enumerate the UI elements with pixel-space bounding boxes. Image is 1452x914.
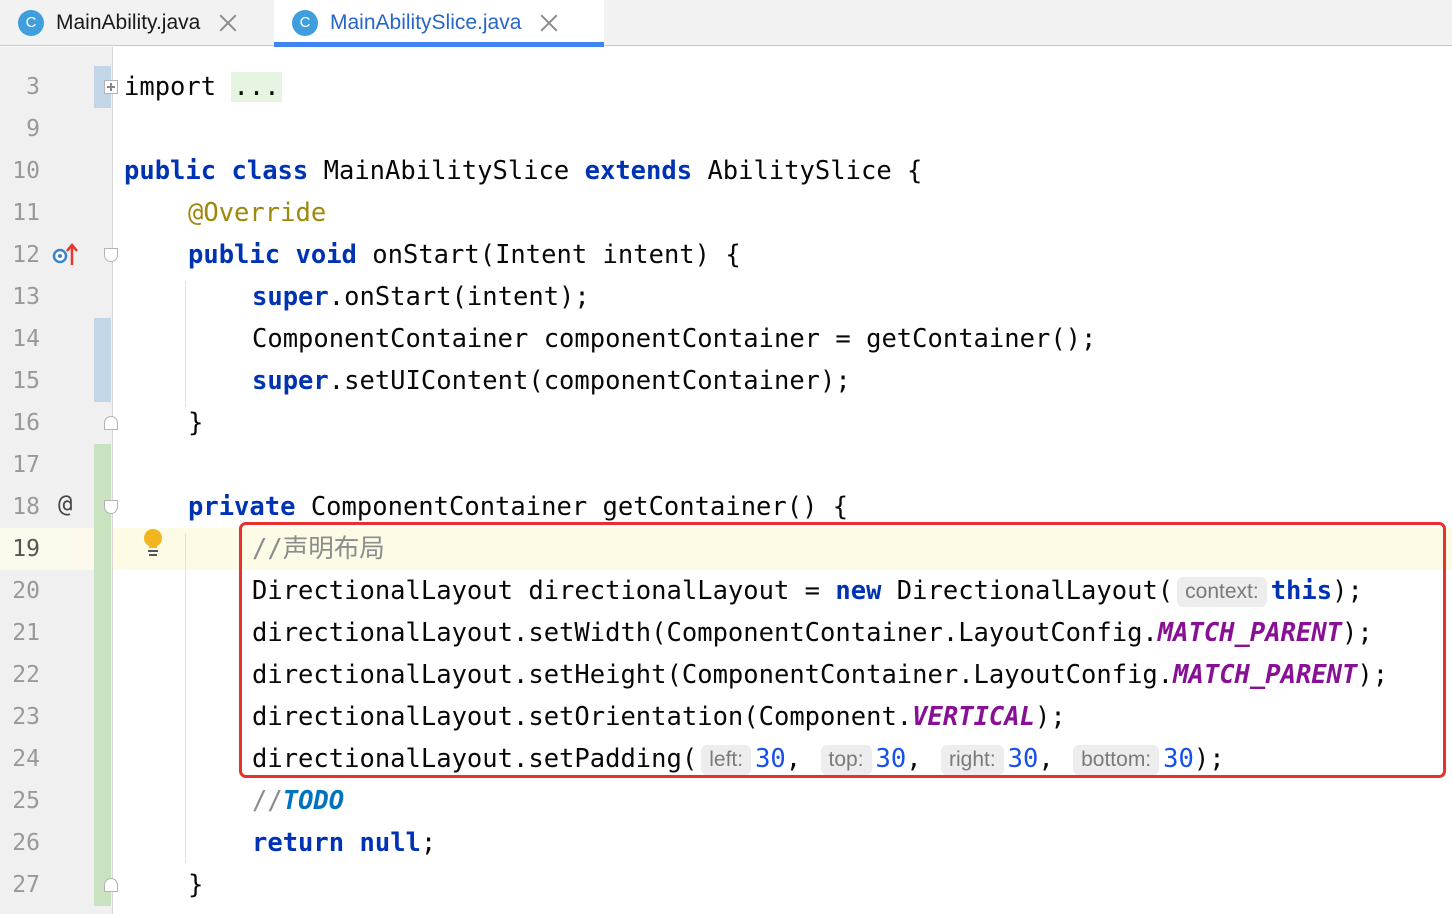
line-number[interactable]: 10 — [0, 150, 40, 192]
highlight-box — [239, 522, 1446, 778]
override-method-icon[interactable] — [52, 241, 78, 274]
java-class-icon: C — [292, 10, 318, 36]
line-number[interactable]: 20 — [0, 570, 40, 612]
code-line-15: super.setUIContent(componentContainer); — [252, 366, 851, 396]
folded-imports[interactable]: ... — [231, 72, 282, 102]
line-number[interactable]: 12 — [0, 234, 40, 276]
line-number[interactable]: 19 — [0, 528, 40, 570]
close-icon[interactable] — [218, 13, 238, 33]
tab-main-ability-slice[interactable]: C MainAbilitySlice.java — [274, 0, 604, 47]
code-line-3: import ... — [124, 72, 282, 102]
line-number[interactable]: 23 — [0, 696, 40, 738]
tab-main-ability[interactable]: C MainAbility.java — [0, 0, 272, 46]
tab-label: MainAbilitySlice.java — [330, 11, 522, 34]
code-line-13: super.onStart(intent); — [252, 282, 590, 312]
line-number[interactable]: 21 — [0, 612, 40, 654]
line-number[interactable]: 26 — [0, 822, 40, 864]
vcs-modified-marker[interactable] — [94, 318, 111, 402]
line-number[interactable]: 17 — [0, 444, 40, 486]
line-number[interactable]: 25 — [0, 780, 40, 822]
tab-label: MainAbility.java — [56, 11, 201, 34]
indent-guide — [185, 533, 186, 863]
line-number[interactable]: 22 — [0, 654, 40, 696]
code-line-27: } — [188, 870, 204, 900]
line-number[interactable]: 18 — [0, 486, 40, 528]
code-line-25: //TODO — [252, 786, 345, 816]
editor-tab-bar: C MainAbility.java C MainAbilitySlice.ja… — [0, 0, 1452, 47]
close-icon[interactable] — [539, 13, 559, 33]
code-line-26: return null; — [252, 828, 437, 858]
lightbulb-icon[interactable] — [142, 528, 164, 558]
code-line-12: public void onStart(Intent intent) { — [188, 240, 741, 270]
code-line-11: @Override — [188, 198, 327, 228]
line-number[interactable]: 27 — [0, 864, 40, 906]
code-editor[interactable]: import ... public class MainAbilitySlice… — [113, 47, 1452, 914]
line-number[interactable]: 9 — [0, 108, 40, 150]
line-number[interactable]: 13 — [0, 276, 40, 318]
indent-guide — [185, 281, 186, 407]
line-number[interactable]: 11 — [0, 192, 40, 234]
line-number[interactable]: 14 — [0, 318, 40, 360]
line-number[interactable]: 24 — [0, 738, 40, 780]
line-number[interactable]: 16 — [0, 402, 40, 444]
line-number[interactable]: 15 — [0, 360, 40, 402]
line-number[interactable]: 3 — [0, 66, 40, 108]
code-line-10: public class MainAbilitySlice extends Ab… — [124, 156, 923, 186]
java-class-icon: C — [18, 10, 44, 36]
implements-at-icon[interactable]: @ — [58, 490, 72, 518]
code-line-16: } — [188, 408, 204, 438]
code-line-14: ComponentContainer componentContainer = … — [252, 324, 1097, 354]
